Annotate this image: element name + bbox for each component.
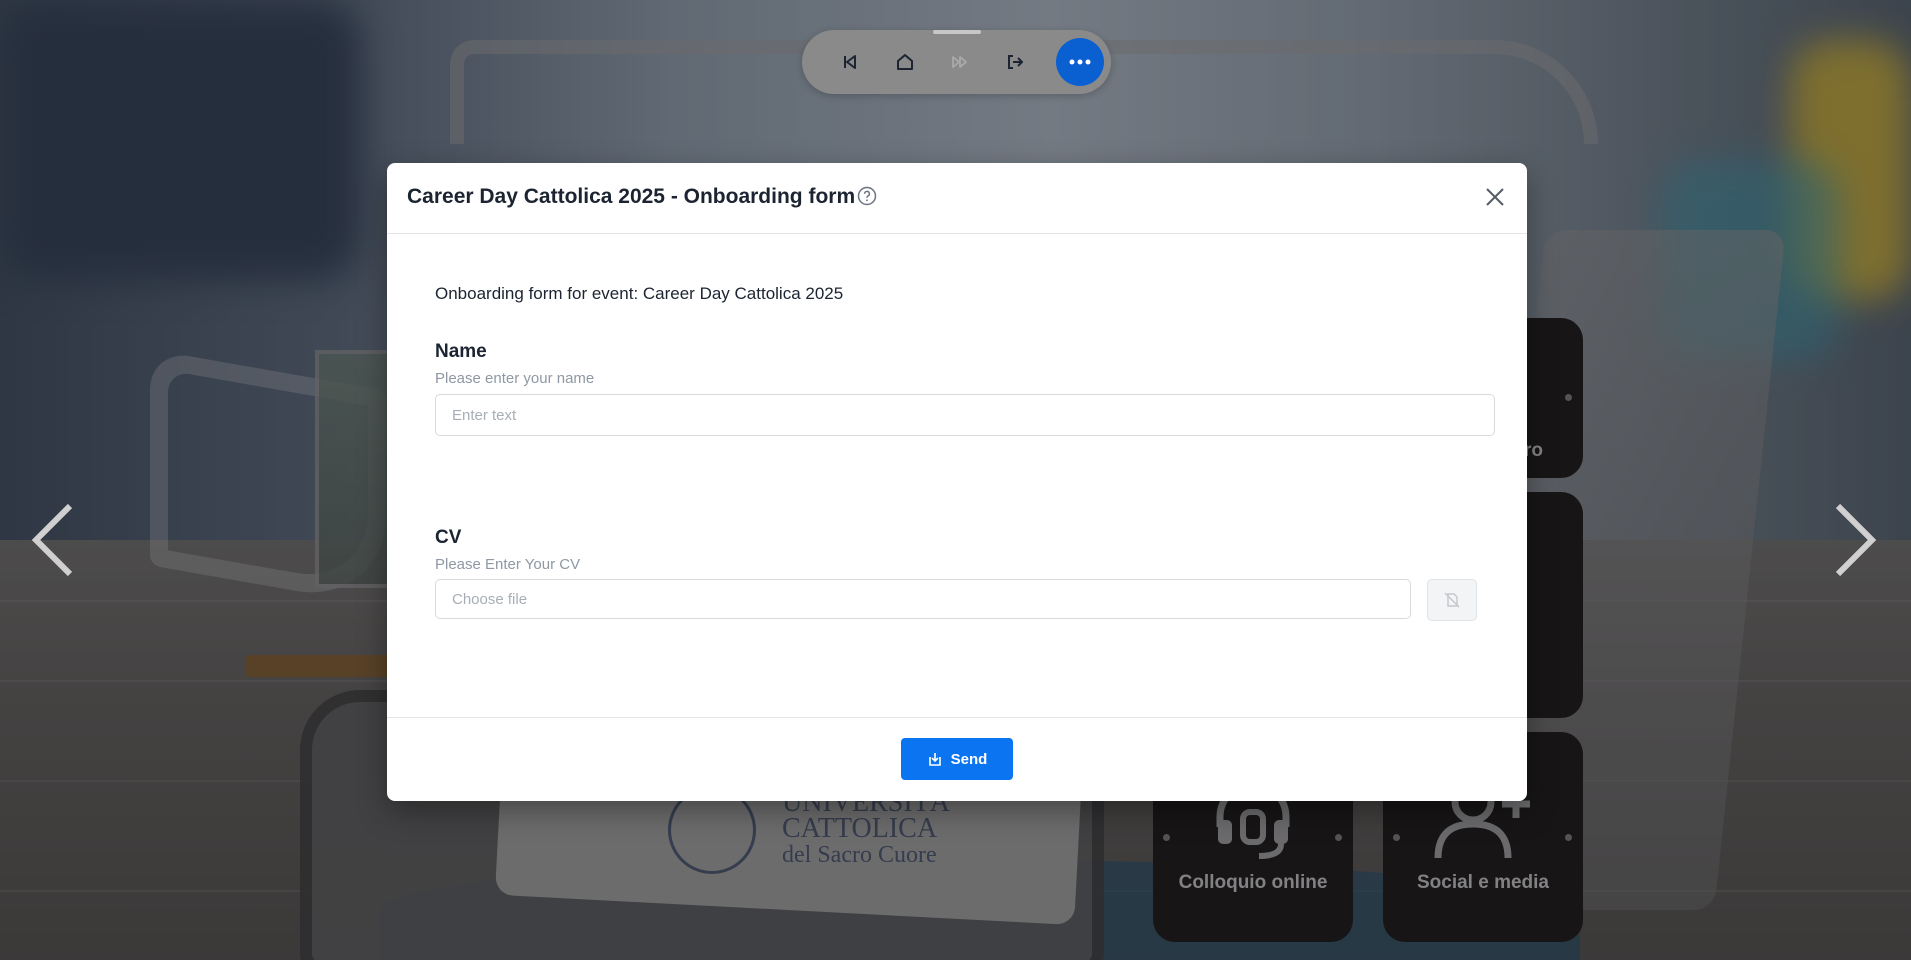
cv-field-hint: Please Enter Your CV bbox=[435, 556, 581, 573]
cv-file-placeholder: Choose file bbox=[452, 590, 528, 608]
more-dots-icon bbox=[1069, 59, 1091, 65]
fast-forward-icon bbox=[952, 56, 967, 68]
form-intro: Onboarding form for event: Career Day Ca… bbox=[435, 284, 844, 303]
chevron-right-icon bbox=[1835, 503, 1877, 577]
clear-file-button[interactable] bbox=[1427, 579, 1477, 621]
modal-title-row: Career Day Cattolica 2025 - Onboarding f… bbox=[407, 185, 877, 209]
previous-button[interactable] bbox=[832, 44, 868, 80]
modal-header: Career Day Cattolica 2025 - Onboarding f… bbox=[387, 163, 1527, 234]
next-button[interactable] bbox=[942, 44, 978, 80]
logout-icon bbox=[1008, 55, 1023, 69]
cv-file-input[interactable]: Choose file bbox=[435, 579, 1411, 619]
modal-title: Career Day Cattolica 2025 - Onboarding f… bbox=[407, 185, 856, 208]
onboarding-modal: Career Day Cattolica 2025 - Onboarding f… bbox=[387, 163, 1527, 801]
home-icon bbox=[897, 54, 913, 70]
name-input[interactable] bbox=[435, 394, 1495, 436]
toolbar-handle bbox=[933, 30, 981, 34]
close-button[interactable] bbox=[1481, 183, 1509, 211]
modal-footer: Send bbox=[387, 717, 1527, 801]
previous-arrow-button[interactable] bbox=[28, 500, 78, 580]
more-button[interactable] bbox=[1056, 38, 1104, 86]
file-clear-icon bbox=[1444, 592, 1460, 608]
next-arrow-button[interactable] bbox=[1830, 500, 1880, 580]
name-field-hint: Please enter your name bbox=[435, 370, 595, 387]
send-button-label: Send bbox=[950, 750, 988, 768]
help-icon[interactable] bbox=[857, 186, 877, 206]
exit-button[interactable] bbox=[997, 44, 1033, 80]
home-button[interactable] bbox=[887, 44, 923, 80]
chevron-left-icon bbox=[31, 503, 73, 577]
skip-back-icon bbox=[844, 55, 856, 69]
download-box-icon bbox=[928, 753, 941, 766]
send-button[interactable]: Send bbox=[901, 738, 1013, 780]
cv-field-label: CV bbox=[435, 527, 462, 548]
close-icon bbox=[1486, 188, 1504, 206]
name-field-label: Name bbox=[435, 341, 487, 362]
